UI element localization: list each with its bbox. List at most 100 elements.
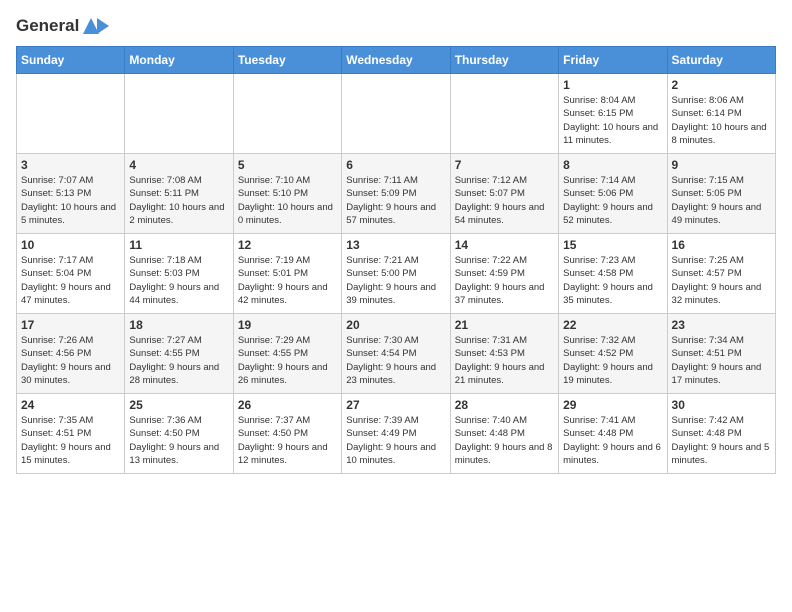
day-number: 16	[672, 238, 771, 252]
day-number: 12	[238, 238, 337, 252]
calendar-cell	[450, 74, 558, 154]
calendar-cell: 14 Sunrise: 7:22 AMSunset: 4:59 PMDayligh…	[450, 234, 558, 314]
day-info: Sunrise: 7:42 AMSunset: 4:48 PMDaylight:…	[672, 414, 771, 467]
day-info: Sunrise: 7:22 AMSunset: 4:59 PMDaylight:…	[455, 254, 554, 307]
day-number: 8	[563, 158, 662, 172]
calendar-cell: 13Sunrise: 7:21 AMSunset: 5:00 PMDayligh…	[342, 234, 450, 314]
calendar-week-row: 3 Sunrise: 7:07 AMSunset: 5:13 PMDaylight…	[17, 154, 776, 234]
day-number: 23	[672, 318, 771, 332]
calendar-cell: 9 Sunrise: 7:15 AMSunset: 5:05 PMDaylight…	[667, 154, 775, 234]
calendar-cell: 7 Sunrise: 7:12 AMSunset: 5:07 PMDaylight…	[450, 154, 558, 234]
calendar-cell: 1 Sunrise: 8:04 AMSunset: 6:15 PMDaylight…	[559, 74, 667, 154]
calendar-cell: 26Sunrise: 7:37 AMSunset: 4:50 PMDayligh…	[233, 394, 341, 474]
calendar-cell: 8 Sunrise: 7:14 AMSunset: 5:06 PMDaylight…	[559, 154, 667, 234]
calendar-table: SundayMondayTuesdayWednesdayThursdayFrid…	[16, 46, 776, 474]
day-number: 10	[21, 238, 120, 252]
day-number: 15	[563, 238, 662, 252]
day-number: 18	[129, 318, 228, 332]
header-area: General	[16, 16, 776, 34]
column-header-friday: Friday	[559, 47, 667, 74]
calendar-cell: 18 Sunrise: 7:27 AMSunset: 4:55 PMDayligh…	[125, 314, 233, 394]
day-number: 26	[238, 398, 337, 412]
calendar-cell: 30 Sunrise: 7:42 AMSunset: 4:48 PMDayligh…	[667, 394, 775, 474]
column-header-wednesday: Wednesday	[342, 47, 450, 74]
calendar-cell: 23Sunrise: 7:34 AMSunset: 4:51 PMDayligh…	[667, 314, 775, 394]
logo: General	[16, 16, 109, 34]
day-number: 17	[21, 318, 120, 332]
calendar-cell: 20 Sunrise: 7:30 AMSunset: 4:54 PMDayligh…	[342, 314, 450, 394]
calendar-cell	[125, 74, 233, 154]
day-info: Sunrise: 7:26 AMSunset: 4:56 PMDaylight:…	[21, 334, 120, 387]
day-number: 1	[563, 78, 662, 92]
calendar-cell	[17, 74, 125, 154]
calendar-cell: 28Sunrise: 7:40 AMSunset: 4:48 PMDayligh…	[450, 394, 558, 474]
day-number: 6	[346, 158, 445, 172]
day-info: Sunrise: 8:06 AMSunset: 6:14 PMDaylight:…	[672, 94, 771, 147]
day-number: 20	[346, 318, 445, 332]
calendar-cell: 16 Sunrise: 7:25 AMSunset: 4:57 PMDayligh…	[667, 234, 775, 314]
day-number: 19	[238, 318, 337, 332]
day-info: Sunrise: 7:32 AMSunset: 4:52 PMDaylight:…	[563, 334, 662, 387]
calendar-cell: 12 Sunrise: 7:19 AMSunset: 5:01 PMDayligh…	[233, 234, 341, 314]
calendar-cell	[233, 74, 341, 154]
day-number: 11	[129, 238, 228, 252]
day-number: 24	[21, 398, 120, 412]
day-info: Sunrise: 7:31 AMSunset: 4:53 PMDaylight:…	[455, 334, 554, 387]
calendar-week-row: 10Sunrise: 7:17 AMSunset: 5:04 PMDayligh…	[17, 234, 776, 314]
day-number: 21	[455, 318, 554, 332]
day-number: 14	[455, 238, 554, 252]
day-number: 27	[346, 398, 445, 412]
column-header-tuesday: Tuesday	[233, 47, 341, 74]
day-info: Sunrise: 7:23 AMSunset: 4:58 PMDaylight:…	[563, 254, 662, 307]
day-number: 3	[21, 158, 120, 172]
day-number: 5	[238, 158, 337, 172]
day-number: 9	[672, 158, 771, 172]
day-info: Sunrise: 7:27 AMSunset: 4:55 PMDaylight:…	[129, 334, 228, 387]
day-info: Sunrise: 7:12 AMSunset: 5:07 PMDaylight:…	[455, 174, 554, 227]
calendar-cell: 21 Sunrise: 7:31 AMSunset: 4:53 PMDayligh…	[450, 314, 558, 394]
day-number: 28	[455, 398, 554, 412]
calendar-cell: 29 Sunrise: 7:41 AMSunset: 4:48 PMDayligh…	[559, 394, 667, 474]
day-number: 30	[672, 398, 771, 412]
day-info: Sunrise: 7:25 AMSunset: 4:57 PMDaylight:…	[672, 254, 771, 307]
day-number: 29	[563, 398, 662, 412]
day-info: Sunrise: 7:35 AMSunset: 4:51 PMDaylight:…	[21, 414, 120, 467]
day-info: Sunrise: 7:19 AMSunset: 5:01 PMDaylight:…	[238, 254, 337, 307]
column-header-saturday: Saturday	[667, 47, 775, 74]
day-info: Sunrise: 7:29 AMSunset: 4:55 PMDaylight:…	[238, 334, 337, 387]
calendar-cell: 10Sunrise: 7:17 AMSunset: 5:04 PMDayligh…	[17, 234, 125, 314]
calendar-week-row: 1 Sunrise: 8:04 AMSunset: 6:15 PMDaylight…	[17, 74, 776, 154]
day-info: Sunrise: 7:18 AMSunset: 5:03 PMDaylight:…	[129, 254, 228, 307]
day-info: Sunrise: 7:08 AMSunset: 5:11 PMDaylight:…	[129, 174, 228, 227]
column-header-thursday: Thursday	[450, 47, 558, 74]
calendar-cell: 19 Sunrise: 7:29 AMSunset: 4:55 PMDayligh…	[233, 314, 341, 394]
day-number: 4	[129, 158, 228, 172]
day-info: Sunrise: 8:04 AMSunset: 6:15 PMDaylight:…	[563, 94, 662, 147]
day-number: 2	[672, 78, 771, 92]
day-info: Sunrise: 7:10 AMSunset: 5:10 PMDaylight:…	[238, 174, 337, 227]
logo-text-general: General	[16, 16, 79, 36]
day-info: Sunrise: 7:15 AMSunset: 5:05 PMDaylight:…	[672, 174, 771, 227]
calendar-cell	[342, 74, 450, 154]
calendar-cell: 17 Sunrise: 7:26 AMSunset: 4:56 PMDayligh…	[17, 314, 125, 394]
calendar-cell: 4 Sunrise: 7:08 AMSunset: 5:11 PMDaylight…	[125, 154, 233, 234]
calendar-cell: 25Sunrise: 7:36 AMSunset: 4:50 PMDayligh…	[125, 394, 233, 474]
calendar-cell: 3 Sunrise: 7:07 AMSunset: 5:13 PMDaylight…	[17, 154, 125, 234]
column-header-sunday: Sunday	[17, 47, 125, 74]
column-header-monday: Monday	[125, 47, 233, 74]
day-number: 13	[346, 238, 445, 252]
day-info: Sunrise: 7:14 AMSunset: 5:06 PMDaylight:…	[563, 174, 662, 227]
day-info: Sunrise: 7:41 AMSunset: 4:48 PMDaylight:…	[563, 414, 662, 467]
day-number: 7	[455, 158, 554, 172]
day-info: Sunrise: 7:07 AMSunset: 5:13 PMDaylight:…	[21, 174, 120, 227]
day-number: 25	[129, 398, 228, 412]
calendar-cell: 6Sunrise: 7:11 AMSunset: 5:09 PMDaylight…	[342, 154, 450, 234]
day-info: Sunrise: 7:30 AMSunset: 4:54 PMDaylight:…	[346, 334, 445, 387]
calendar-cell: 15 Sunrise: 7:23 AMSunset: 4:58 PMDayligh…	[559, 234, 667, 314]
day-number: 22	[563, 318, 662, 332]
calendar-cell: 5 Sunrise: 7:10 AMSunset: 5:10 PMDaylight…	[233, 154, 341, 234]
calendar-cell: 27 Sunrise: 7:39 AMSunset: 4:49 PMDayligh…	[342, 394, 450, 474]
day-info: Sunrise: 7:39 AMSunset: 4:49 PMDaylight:…	[346, 414, 445, 467]
calendar-week-row: 17 Sunrise: 7:26 AMSunset: 4:56 PMDayligh…	[17, 314, 776, 394]
calendar-cell: 11 Sunrise: 7:18 AMSunset: 5:03 PMDayligh…	[125, 234, 233, 314]
